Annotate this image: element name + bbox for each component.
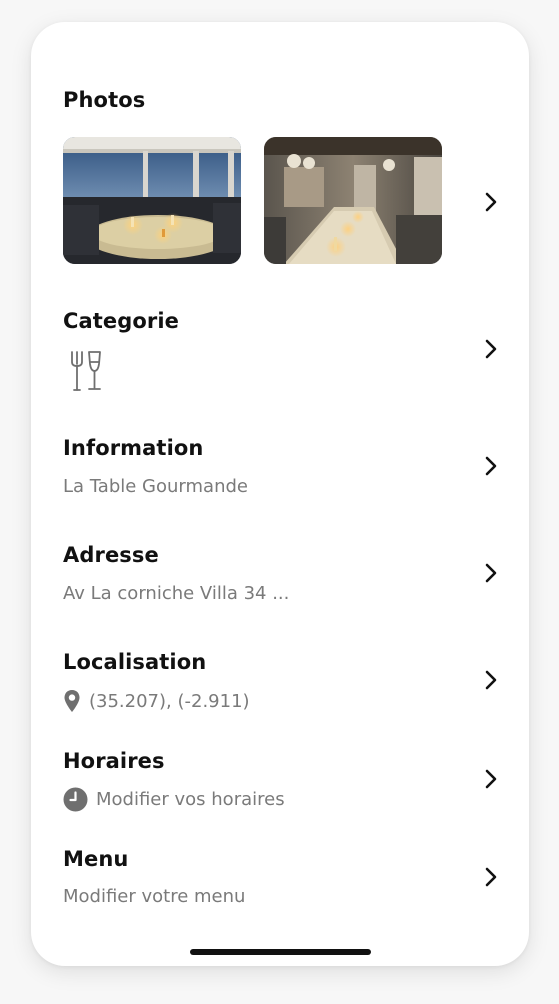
photo-terrace[interactable] [63,137,241,264]
horaires-title: Horaires [63,749,165,773]
horaires-chevron-right-icon[interactable] [481,769,501,789]
categorie-title: Categorie [63,309,180,333]
menu-value: Modifier votre menu [63,886,245,907]
menu-title: Menu [63,847,129,871]
menu-chevron-right-icon[interactable] [481,867,501,887]
photos-chevron-right-icon[interactable] [481,192,501,212]
photo-dining-room-image [264,137,442,264]
localisation-title: Localisation [63,650,207,674]
clock-icon [63,787,88,812]
information-value-text: La Table Gourmande [63,476,248,497]
restaurant-details-card: Photos Categorie Information La Table Go… [31,22,529,966]
photo-terrace-image [63,137,241,264]
photos-title: Photos [63,88,146,112]
localisation-value-text: (35.207), (-2.911) [89,690,250,712]
screen-background: Photos Categorie Information La Table Go… [0,0,559,1004]
location-pin-icon [63,689,81,713]
horaires-value: Modifier vos horaires [63,787,285,812]
home-indicator[interactable] [190,949,371,955]
information-chevron-right-icon[interactable] [481,456,501,476]
information-value: La Table Gourmande [63,476,248,497]
localisation-chevron-right-icon[interactable] [481,670,501,690]
horaires-value-text: Modifier vos horaires [96,789,285,810]
menu-value-text: Modifier votre menu [63,886,246,907]
photo-dining-room[interactable] [264,137,442,264]
adresse-title: Adresse [63,543,159,567]
information-title: Information [63,436,204,460]
categorie-chevron-right-icon[interactable] [481,339,501,359]
restaurant-drinks-icon [69,350,105,392]
adresse-value-text: Av La corniche Villa 34 ... [63,583,290,604]
adresse-chevron-right-icon[interactable] [481,563,501,583]
localisation-value: (35.207), (-2.911) [63,689,250,713]
adresse-value: Av La corniche Villa 34 ... [63,583,289,604]
